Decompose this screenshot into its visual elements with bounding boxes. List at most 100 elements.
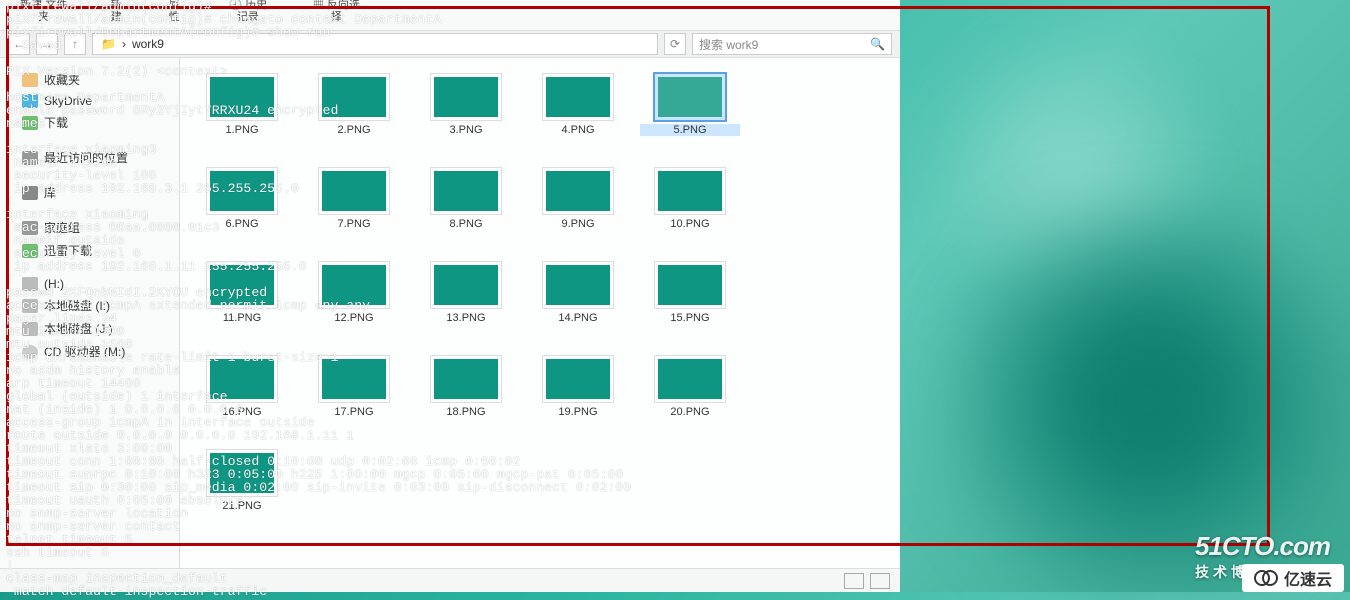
file-item[interactable]: 4.PNG [528, 74, 628, 154]
cloud-icon [22, 94, 38, 108]
file-item[interactable]: 6.PNG [192, 168, 292, 248]
search-icon: 🔍 [870, 37, 885, 51]
sidebar-item-skydrive[interactable]: SkyDrive [8, 91, 171, 111]
view-thumbnails-button[interactable] [870, 573, 890, 589]
file-item[interactable]: 10.PNG [640, 168, 740, 248]
refresh-button[interactable]: ⟳ [664, 33, 686, 55]
file-thumbnail [319, 356, 389, 402]
ribbon-label: 反向选择 [327, 0, 360, 23]
sidebar-item-label: 下载 [44, 114, 68, 131]
file-thumbnail [431, 168, 501, 214]
file-label: 7.PNG [304, 218, 404, 230]
file-item[interactable]: 13.PNG [416, 262, 516, 342]
file-label: 19.PNG [528, 406, 628, 418]
library-icon [22, 186, 38, 200]
sidebar-item-favorites[interactable]: 收藏夹 [8, 68, 171, 91]
file-item[interactable]: 19.PNG [528, 356, 628, 436]
sidebar-item-homegroup[interactable]: 家庭组 [8, 216, 171, 239]
file-thumbnail [655, 74, 725, 120]
file-label: 8.PNG [416, 218, 516, 230]
sidebar-item-label: 收藏夹 [44, 71, 80, 88]
file-thumbnail [431, 356, 501, 402]
rings-icon [1254, 570, 1278, 586]
file-item[interactable]: 15.PNG [640, 262, 740, 342]
file-item[interactable]: 7.PNG [304, 168, 404, 248]
file-thumbnail [207, 450, 277, 496]
file-thumbnail [207, 74, 277, 120]
sidebar-item-disk-j[interactable]: 本地磁盘 (J:) [8, 317, 171, 340]
ribbon-new[interactable]: 新建 [107, 0, 125, 23]
file-label: 20.PNG [640, 406, 740, 418]
file-item[interactable]: 5.PNG [640, 74, 740, 154]
breadcrumb[interactable]: 📁 › work9 [92, 33, 658, 55]
folder-icon: 📁 [101, 37, 116, 51]
file-label: 12.PNG [304, 312, 404, 324]
sidebar-item-libraries[interactable]: 库 [8, 181, 171, 204]
file-label: 6.PNG [192, 218, 292, 230]
ribbon-label: 新建 [111, 0, 122, 23]
file-thumbnail [655, 356, 725, 402]
file-thumbnail [319, 74, 389, 120]
file-item[interactable]: 18.PNG [416, 356, 516, 436]
sidebar-item-recent[interactable]: 最近访问的位置 [8, 146, 171, 169]
explorer-body: 收藏夹 SkyDrive 下载 最近访问的位置 库 家庭组 迅雷下载 (H:) … [0, 58, 900, 568]
status-bar [0, 568, 900, 592]
search-input[interactable]: 搜索 work9 🔍 [692, 33, 892, 55]
sidebar-item-label: 本地磁盘 (I:) [44, 297, 110, 314]
file-label: 14.PNG [528, 312, 628, 324]
file-thumbnail [207, 168, 277, 214]
sidebar-item-disk-i[interactable]: 本地磁盘 (I:) [8, 294, 171, 317]
clock-icon [22, 151, 38, 165]
back-button[interactable]: ← [8, 33, 30, 55]
file-label: 3.PNG [416, 124, 516, 136]
ribbon-open-history[interactable]: 🕘 历史记录 [223, 0, 273, 23]
star-icon [22, 73, 38, 87]
ribbon-label: 历史记录 [237, 0, 267, 23]
view-details-button[interactable] [844, 573, 864, 589]
file-thumbnail [543, 356, 613, 402]
search-placeholder: 搜索 work9 [699, 36, 758, 53]
file-label: 21.PNG [192, 500, 292, 512]
file-label: 16.PNG [192, 406, 292, 418]
ribbon-label: 属性 [169, 0, 180, 23]
ribbon-new-folder[interactable]: 新建 文件夹 [20, 0, 67, 23]
disk-icon [22, 299, 38, 313]
file-grid[interactable]: 1.PNG 2.PNG 3.PNG 4.PNG 5.PNG 6.PNG 7.PNG 8.PNG… [180, 58, 900, 568]
file-item[interactable]: 3.PNG [416, 74, 516, 154]
file-item[interactable]: 2.PNG [304, 74, 404, 154]
path-folder: work9 [132, 37, 164, 51]
file-item[interactable]: 8.PNG [416, 168, 516, 248]
sidebar-item-xunlei[interactable]: 迅雷下载 [8, 239, 171, 262]
sidebar-item-cd-m[interactable]: CD 驱动器 (M:) [8, 340, 171, 363]
ribbon-properties[interactable]: 属性 [165, 0, 183, 23]
file-item[interactable]: 17.PNG [304, 356, 404, 436]
file-thumbnail [319, 168, 389, 214]
file-thumbnail [431, 262, 501, 308]
sidebar-item-label: 迅雷下载 [44, 242, 92, 259]
sidebar-item-label: 最近访问的位置 [44, 149, 128, 166]
file-thumbnail [431, 74, 501, 120]
watermark-text: 51CTO.com [1195, 531, 1330, 562]
file-label: 2.PNG [304, 124, 404, 136]
file-item[interactable]: 9.PNG [528, 168, 628, 248]
file-label: 4.PNG [528, 124, 628, 136]
file-thumbnail [655, 168, 725, 214]
sidebar-item-disk-h[interactable]: (H:) [8, 274, 171, 294]
file-item[interactable]: 14.PNG [528, 262, 628, 342]
file-explorer-window: 新建 文件夹 新建 属性 🕘 历史记录 ▦ 反向选择 ← → ↑ 📁 › wor… [0, 0, 900, 592]
forward-button[interactable]: → [36, 33, 58, 55]
ribbon-invert-selection[interactable]: ▦ 反向选择 [313, 0, 360, 23]
file-item[interactable]: 16.PNG [192, 356, 292, 436]
cd-icon [22, 345, 38, 359]
file-label: 5.PNG [640, 124, 740, 136]
file-thumbnail [655, 262, 725, 308]
file-item[interactable]: 20.PNG [640, 356, 740, 436]
file-item[interactable]: 11.PNG [192, 262, 292, 342]
up-button[interactable]: ↑ [64, 33, 86, 55]
file-item[interactable]: 21.PNG [192, 450, 292, 530]
file-item[interactable]: 12.PNG [304, 262, 404, 342]
file-item[interactable]: 1.PNG [192, 74, 292, 154]
file-thumbnail [207, 262, 277, 308]
sidebar-item-downloads[interactable]: 下载 [8, 111, 171, 134]
disk-icon [22, 277, 38, 291]
